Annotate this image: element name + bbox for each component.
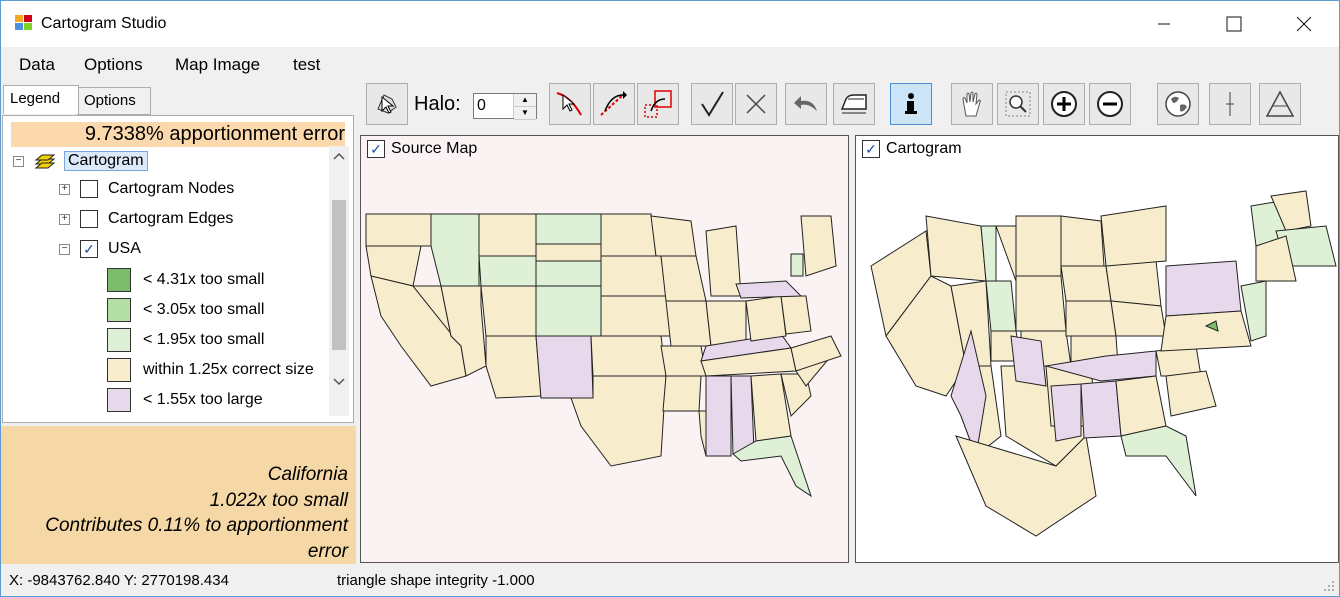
legend-swatch xyxy=(107,298,131,322)
feature-info-panel: California 1.022x too small Contributes … xyxy=(1,426,356,564)
box-select-icon xyxy=(644,90,672,118)
cancel-icon xyxy=(746,94,766,114)
legend-swatch xyxy=(107,388,131,412)
scroll-down-icon[interactable] xyxy=(329,372,349,392)
full-extent-button[interactable] xyxy=(1157,83,1199,125)
check-icon xyxy=(701,91,724,117)
legend-class-label: < 1.95x too small xyxy=(143,331,265,348)
tree-item-usa[interactable]: − ✓ USA xyxy=(59,238,141,260)
collapse-icon[interactable]: − xyxy=(59,243,70,255)
nodes-label: Cartogram Nodes xyxy=(108,180,235,197)
halo-spinner[interactable]: ▲ ▼ xyxy=(513,94,536,120)
info-ratio: 1.022x too small xyxy=(209,490,348,511)
zoom-region-button[interactable] xyxy=(997,83,1039,125)
collapse-icon[interactable]: − xyxy=(13,155,24,167)
minimize-icon xyxy=(1158,23,1170,25)
legend-panel: 9.7338% apportionment error − Cartogram … xyxy=(2,115,354,423)
info-button[interactable] xyxy=(890,83,932,125)
minimize-button[interactable] xyxy=(1141,1,1187,47)
legend-class-label: within 1.25x correct size xyxy=(143,361,314,378)
box-select-button[interactable] xyxy=(637,83,679,125)
source-map-panel[interactable]: ✓ Source Map xyxy=(360,135,849,563)
cancel-button[interactable] xyxy=(735,83,777,125)
scroll-up-icon[interactable] xyxy=(329,146,349,166)
spin-up-icon[interactable]: ▲ xyxy=(514,94,536,107)
halo-stepper[interactable]: ▲ ▼ xyxy=(473,93,537,120)
curve-edit-button[interactable] xyxy=(593,83,635,125)
expand-icon[interactable]: + xyxy=(59,213,70,225)
menu-bar: Data Options Map Image test xyxy=(1,51,1339,79)
apply-button[interactable] xyxy=(691,83,733,125)
halo-label: Halo: xyxy=(414,93,461,115)
legend-swatch xyxy=(107,268,131,292)
tree-root-label[interactable]: Cartogram xyxy=(64,151,148,171)
resize-grip-icon[interactable] xyxy=(1323,580,1335,592)
menu-map-image[interactable]: Map Image xyxy=(175,55,260,75)
legend-scrollbar[interactable] xyxy=(329,146,349,416)
undo-button[interactable] xyxy=(785,83,827,125)
spin-down-icon[interactable]: ▼ xyxy=(514,107,536,120)
tree-root-row[interactable]: − Cartogram xyxy=(13,150,148,172)
apportionment-error-banner: 9.7338% apportionment error xyxy=(11,122,345,147)
pointer-map-icon xyxy=(377,94,397,114)
triangle-button[interactable] xyxy=(1259,83,1301,125)
usa-label: USA xyxy=(108,240,141,257)
status-bar: X: -9843762.840 Y: 2770198.434 triangle … xyxy=(1,567,1339,596)
menu-data[interactable]: Data xyxy=(19,55,55,75)
info-feature-name: California xyxy=(267,464,348,485)
zoom-out-icon xyxy=(1097,91,1123,117)
center-line-icon xyxy=(1226,92,1234,116)
tab-legend[interactable]: Legend xyxy=(3,85,79,114)
info-icon xyxy=(905,93,917,114)
cartogram-map-canvas[interactable] xyxy=(856,136,1338,562)
app-window: Cartogram Studio Data Options Map Image … xyxy=(0,0,1340,597)
layers-icon xyxy=(34,154,56,169)
triangle-icon xyxy=(1265,90,1295,117)
info-contribution: Contributes 0.11% to apportionment xyxy=(45,515,348,536)
source-map-canvas[interactable] xyxy=(361,136,848,562)
menu-options[interactable]: Options xyxy=(84,55,143,75)
pan-button[interactable] xyxy=(951,83,993,125)
tab-options[interactable]: Options xyxy=(77,87,151,115)
expand-icon[interactable]: + xyxy=(59,183,70,195)
edges-label: Cartogram Edges xyxy=(108,210,234,227)
curve-edit-icon xyxy=(600,91,627,116)
legend-class-label: < 1.55x too large xyxy=(143,391,263,408)
pointer-map-button[interactable] xyxy=(366,83,408,125)
pan-icon xyxy=(962,91,981,117)
coordinate-readout: X: -9843762.840 Y: 2770198.434 xyxy=(9,572,229,589)
iron-button[interactable] xyxy=(833,83,875,125)
center-line-button[interactable] xyxy=(1209,83,1251,125)
zoom-in-button[interactable] xyxy=(1043,83,1085,125)
window-title: Cartogram Studio xyxy=(41,15,167,32)
scroll-thumb[interactable] xyxy=(332,200,346,350)
menu-test[interactable]: test xyxy=(293,55,320,75)
app-icon xyxy=(15,15,32,30)
zoom-out-button[interactable] xyxy=(1089,83,1131,125)
iron-icon xyxy=(840,94,867,114)
legend-swatch xyxy=(107,328,131,352)
legend-class-label: < 4.31x too small xyxy=(143,271,265,288)
undo-icon xyxy=(794,96,817,111)
edges-checkbox[interactable] xyxy=(80,210,98,228)
tree-item-edges[interactable]: + Cartogram Edges xyxy=(59,208,233,230)
nodes-checkbox[interactable] xyxy=(80,180,98,198)
node-edit-button[interactable] xyxy=(549,83,591,125)
zoom-region-icon xyxy=(1005,91,1031,117)
maximize-button[interactable] xyxy=(1211,1,1257,47)
close-button[interactable] xyxy=(1281,1,1327,47)
maximize-icon xyxy=(1226,16,1242,32)
title-bar: Cartogram Studio xyxy=(1,1,1339,47)
close-icon xyxy=(1296,16,1312,32)
globe-icon xyxy=(1165,91,1191,117)
status-message: triangle shape integrity -1.000 xyxy=(337,572,535,589)
legend-class-label: < 3.05x too small xyxy=(143,301,265,318)
cartogram-map-panel[interactable]: ✓ Cartogram xyxy=(855,135,1339,563)
node-edit-icon xyxy=(556,92,582,116)
legend-swatch xyxy=(107,358,131,382)
tree-item-nodes[interactable]: + Cartogram Nodes xyxy=(59,178,234,200)
zoom-in-icon xyxy=(1051,91,1077,117)
info-contribution-cont: error xyxy=(307,541,348,562)
usa-checkbox[interactable]: ✓ xyxy=(80,240,98,258)
